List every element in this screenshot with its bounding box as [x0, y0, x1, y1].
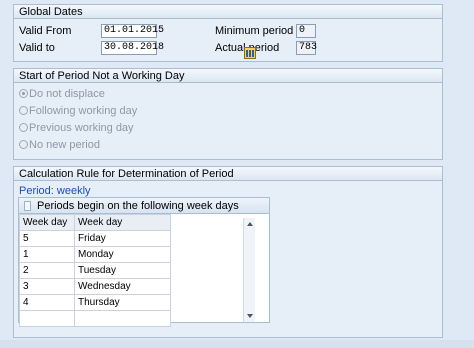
weekday-name-cell[interactable]: Monday	[74, 246, 171, 263]
scroll-down-icon[interactable]	[247, 314, 253, 318]
table-row[interactable]: 3 Wednesday	[19, 278, 171, 295]
radio-no-new-period[interactable]: No new period	[19, 138, 100, 152]
global-dates-title: Global Dates	[14, 5, 442, 19]
radio-icon	[19, 123, 28, 132]
weekday-name-cell[interactable]	[74, 310, 171, 327]
weekday-number-cell[interactable]: 4	[19, 294, 75, 311]
weekday-number-cell[interactable]: 3	[19, 278, 75, 295]
valid-to-field[interactable]: 30.08.2018	[101, 41, 164, 55]
table-title: Periods begin on the following week days	[37, 200, 239, 212]
radio-selected-icon	[19, 89, 28, 98]
calculation-rule-title: Calculation Rule for Determination of Pe…	[14, 167, 442, 181]
radio-previous-working-day[interactable]: Previous working day	[19, 121, 134, 135]
minimum-period-field: 0	[296, 24, 316, 38]
valid-from-label: Valid From	[19, 25, 72, 37]
radio-label: No new period	[29, 139, 100, 151]
actual-period-field: 783	[296, 41, 317, 55]
table-row[interactable]	[19, 310, 171, 327]
bottom-bar	[0, 340, 474, 348]
weekday-name-cell[interactable]: Friday	[74, 230, 171, 247]
weekday-number-cell[interactable]: 1	[19, 246, 75, 263]
radio-label: Do not displace	[29, 88, 105, 100]
table-row[interactable]: 5 Friday	[19, 230, 171, 247]
start-period-group: Start of Period Not a Working Day Do not…	[13, 68, 443, 160]
table-title-bar: Periods begin on the following week days	[19, 198, 269, 214]
select-all-icon[interactable]	[24, 201, 31, 211]
table-vertical-scrollbar[interactable]	[243, 218, 255, 322]
table-row[interactable]: 4 Thursday	[19, 294, 171, 311]
global-dates-group: Global Dates Valid From 01.01.2015 Valid…	[13, 4, 443, 62]
table-row[interactable]: 2 Tuesday	[19, 262, 171, 279]
valid-from-field[interactable]: 01.01.2015	[101, 24, 164, 38]
radio-do-not-displace[interactable]: Do not displace	[19, 87, 105, 101]
weekday-name-cell[interactable]: Thursday	[74, 294, 171, 311]
period-text: Period: weekly	[19, 185, 91, 197]
table-settings-icon[interactable]	[244, 47, 256, 59]
table-row[interactable]: 1 Monday	[19, 246, 171, 263]
weekday-name-cell[interactable]: Wednesday	[74, 278, 171, 295]
radio-icon	[19, 106, 28, 115]
start-period-title: Start of Period Not a Working Day	[14, 69, 442, 83]
weekday-name-cell[interactable]: Tuesday	[74, 262, 171, 279]
column-header-weekday-name[interactable]: Week day	[74, 214, 171, 231]
calculation-rule-group: Calculation Rule for Determination of Pe…	[13, 166, 443, 338]
minimum-period-label: Minimum period	[215, 25, 294, 37]
table-header-row: Week day Week day	[19, 214, 171, 231]
weekday-number-cell[interactable]: 2	[19, 262, 75, 279]
weekday-number-cell[interactable]: 5	[19, 230, 75, 247]
radio-following-working-day[interactable]: Following working day	[19, 104, 137, 118]
valid-to-label: Valid to	[19, 42, 55, 54]
radio-label: Following working day	[29, 105, 138, 117]
scroll-up-icon[interactable]	[247, 222, 253, 226]
radio-label: Previous working day	[29, 122, 134, 134]
weekday-number-cell[interactable]	[19, 310, 75, 327]
radio-icon	[19, 140, 28, 149]
week-days-table: Week day Week day 5 Friday 1 Monday 2 Tu…	[19, 214, 171, 327]
column-header-weekday-number[interactable]: Week day	[19, 214, 75, 231]
week-days-table-control: Periods begin on the following week days…	[18, 197, 270, 327]
